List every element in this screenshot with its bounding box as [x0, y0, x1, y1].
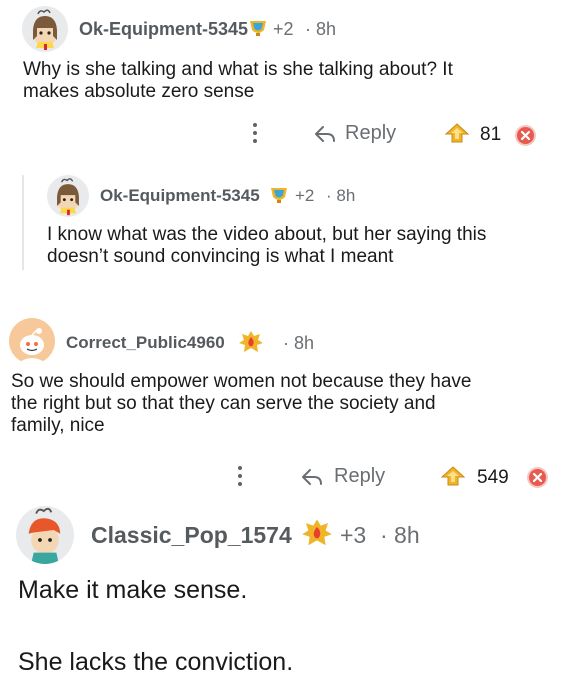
award-count[interactable]: +2 — [295, 186, 314, 206]
avatar[interactable] — [9, 318, 55, 364]
timestamp: · 8h — [380, 522, 420, 548]
award-count[interactable]: +3 — [340, 522, 366, 549]
comment-line: family, nice — [11, 415, 105, 437]
comment-line — [18, 608, 548, 644]
comment-line: Why is she talking and what is she talki… — [23, 59, 453, 80]
trophy-award-icon[interactable] — [247, 18, 269, 38]
more-options-icon[interactable] — [252, 123, 258, 147]
avatar-image — [28, 507, 61, 564]
avatar-image — [33, 9, 57, 50]
close-icon[interactable] — [515, 125, 536, 146]
comment-body: Make it make sense. She lacks the convic… — [18, 572, 548, 680]
comment-line: I know what was the video about, but her… — [47, 224, 487, 245]
more-options-icon[interactable] — [237, 466, 243, 490]
close-icon[interactable] — [527, 467, 548, 488]
username[interactable]: Correct_Public4960 — [66, 333, 225, 353]
upvote-icon[interactable] — [444, 122, 470, 144]
username[interactable]: Classic_Pop_1574 — [91, 522, 292, 549]
comment-line: makes absolute zero sense — [23, 81, 255, 103]
avatar[interactable] — [22, 6, 68, 52]
timestamp: · 8h — [326, 186, 356, 205]
vote-score: 549 — [477, 467, 509, 488]
comment-body: So we should empower women not because t… — [11, 371, 551, 438]
comment-line: doesn’t sound convincing is what I meant — [47, 246, 394, 268]
reply-button[interactable]: Reply — [300, 465, 385, 488]
comment-line: Make it make sense. — [18, 576, 248, 604]
vote-score: 81 — [480, 124, 502, 145]
comment-line: So we should empower women not because t… — [11, 371, 472, 392]
fire-award-icon[interactable] — [301, 517, 333, 549]
comment-body: Why is she talking and what is she talki… — [23, 59, 543, 103]
trophy-award-icon[interactable] — [268, 185, 290, 205]
comment-line: She lacks the conviction. — [18, 648, 294, 676]
reply-label: Reply — [334, 465, 386, 487]
comment-line: the right but so that they can serve the… — [11, 393, 436, 415]
reply-arrow-icon — [315, 125, 335, 142]
timestamp: · 8h — [283, 333, 315, 353]
reply-arrow-icon — [302, 468, 322, 485]
avatar-image — [17, 328, 47, 364]
avatar[interactable] — [16, 506, 74, 564]
avatar-image — [57, 178, 79, 216]
thread-line[interactable] — [22, 175, 24, 270]
avatar[interactable] — [47, 175, 89, 217]
reply-button[interactable]: Reply — [313, 122, 396, 145]
timestamp: · 8h — [305, 19, 337, 39]
username[interactable]: Ok-Equipment-5345 — [79, 19, 248, 40]
upvote-icon[interactable] — [440, 465, 466, 487]
award-count[interactable]: +2 — [273, 19, 294, 40]
comment-body: I know what was the video about, but her… — [47, 224, 547, 268]
reply-label: Reply — [345, 122, 397, 144]
username[interactable]: Ok-Equipment-5345 — [100, 186, 260, 206]
fire-award-icon[interactable] — [238, 330, 264, 354]
